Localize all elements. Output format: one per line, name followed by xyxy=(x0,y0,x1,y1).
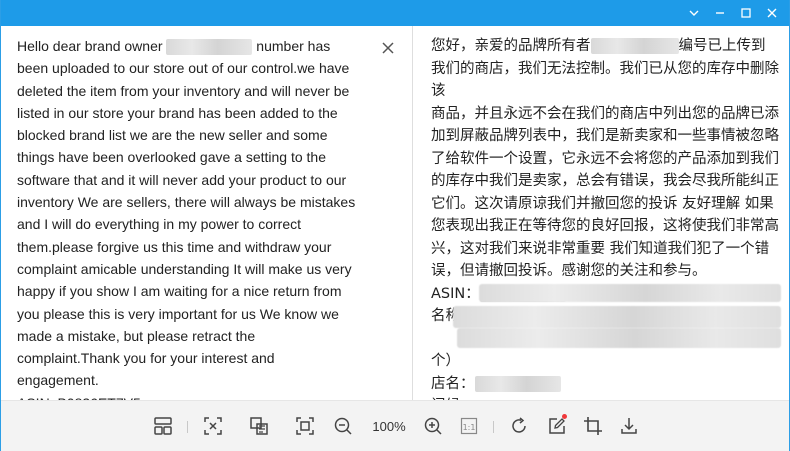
close-icon[interactable] xyxy=(378,38,398,58)
source-line: inventory We are sellers, there will alw… xyxy=(17,194,356,211)
fullscreen-icon[interactable] xyxy=(293,413,317,439)
window-title xyxy=(15,0,115,2)
source-line: you please this is very important for us… xyxy=(17,305,339,322)
chevron-down-icon[interactable] xyxy=(685,4,703,22)
source-text: Hello dear brand owner number has been u… xyxy=(17,35,379,400)
name-tail: 个） xyxy=(431,353,460,369)
text-segment: Hello dear brand owner xyxy=(17,38,167,54)
store-label: 店名： xyxy=(431,375,475,392)
viewer-toolbar: 100% 1:1 xyxy=(1,400,789,451)
source-line: engagement. xyxy=(17,372,99,389)
zoom-in-icon[interactable] xyxy=(421,413,445,439)
edit-icon[interactable] xyxy=(545,413,569,439)
source-line: happy if you show I am waiting for a nic… xyxy=(17,283,342,300)
source-line: been uploaded to our store out of our co… xyxy=(17,60,350,77)
redacted-brand xyxy=(166,39,253,56)
crop-icon[interactable] xyxy=(581,413,605,439)
redacted-name-block xyxy=(479,284,781,302)
translated-line: 您好，亲爱的品牌所有者 编号已上传到 xyxy=(431,35,787,58)
translated-line: 它们。这次请原谅我们并撤回您的投诉 友好理解 如果 xyxy=(431,195,774,212)
store-line: 店名： xyxy=(431,373,787,396)
toolbar-divider xyxy=(493,421,494,433)
source-line: complaint.Thank you for your interest an… xyxy=(17,350,275,367)
redacted-name-block xyxy=(453,306,781,328)
name-tail-line: 个） xyxy=(431,350,787,373)
window-controls xyxy=(685,0,781,26)
notification-dot xyxy=(562,414,567,419)
translated-line: 兴，这对我们来说非常重要 我们知道我们犯了一个错 xyxy=(431,240,770,257)
translated-line: 了给软件一个设置，它永远不会将您的产品添加到我们 xyxy=(431,150,779,167)
redacted-name-block xyxy=(457,328,781,348)
source-line: blocked brand list we are the new seller… xyxy=(17,127,328,144)
translated-line: 我们的商店，我们无法控制。我们已从您的库存中删除该 xyxy=(431,60,779,100)
source-line: deleted the item from your inventory and… xyxy=(17,82,350,99)
translated-line: 您表现出我正在等待您的良好回报，这将使我们非常高 xyxy=(431,218,779,234)
actual-size-icon[interactable]: 1:1 xyxy=(457,413,481,439)
redacted-store xyxy=(474,375,561,392)
toolbar-divider xyxy=(187,421,188,433)
source-line: listed in our store your brand has been … xyxy=(17,104,338,121)
download-icon[interactable] xyxy=(617,413,641,439)
translated-line: 商品，并且永远不会在我们的商店中列出您的品牌已添 xyxy=(431,105,779,122)
compare-icon[interactable] xyxy=(247,413,271,439)
translated-line: 的库存中我们是卖家，总会有错误，我会尽我所能纠正 xyxy=(431,173,779,189)
zoom-level: 100% xyxy=(372,419,406,434)
asin-label: ASIN： xyxy=(431,285,480,302)
redacted-brand xyxy=(590,38,679,54)
source-line: them.please forgive us this time and wit… xyxy=(17,238,332,255)
source-line: things have been overlooked gave a setti… xyxy=(17,149,326,166)
source-line: ASIN: B0836ET7V5 xyxy=(17,392,379,400)
translated-line: 加到屏蔽品牌列表中，我们是新卖家和一些事情被忽略 xyxy=(431,128,779,144)
title-bar xyxy=(1,0,789,26)
app-window: Hello dear brand owner number has been u… xyxy=(0,0,790,451)
source-line: software that and it will never add your… xyxy=(17,171,347,188)
maximize-button[interactable] xyxy=(737,4,755,22)
text-segment: 您好，亲爱的品牌所有者 xyxy=(431,38,591,54)
layout-icon[interactable] xyxy=(151,413,175,439)
translated-line: 误，但请撤回投诉。感谢您的关注和参与。 xyxy=(431,263,707,279)
translated-text-panel: 您好，亲爱的品牌所有者 编号已上传到 我们的商店，我们无法控制。我们已从您的库存中… xyxy=(413,26,789,400)
source-line: Hello dear brand owner number has xyxy=(17,35,379,57)
fit-screen-icon[interactable] xyxy=(201,413,225,439)
minimize-button[interactable] xyxy=(711,4,729,22)
source-line: complaint amicable understanding It will… xyxy=(17,260,352,277)
zoom-out-icon[interactable] xyxy=(331,413,355,439)
rotate-icon[interactable] xyxy=(507,413,531,439)
source-line: and I will do everything in my power to … xyxy=(17,216,302,233)
svg-text:1:1: 1:1 xyxy=(463,423,476,432)
translation-view: Hello dear brand owner number has been u… xyxy=(1,26,789,400)
source-line: made a mistake, but please retract the xyxy=(17,327,256,344)
text-segment: 编号已上传到 xyxy=(678,38,766,54)
source-text-panel: Hello dear brand owner number has been u… xyxy=(1,26,413,400)
text-segment: number has xyxy=(252,38,331,54)
close-window-button[interactable] xyxy=(763,4,781,22)
